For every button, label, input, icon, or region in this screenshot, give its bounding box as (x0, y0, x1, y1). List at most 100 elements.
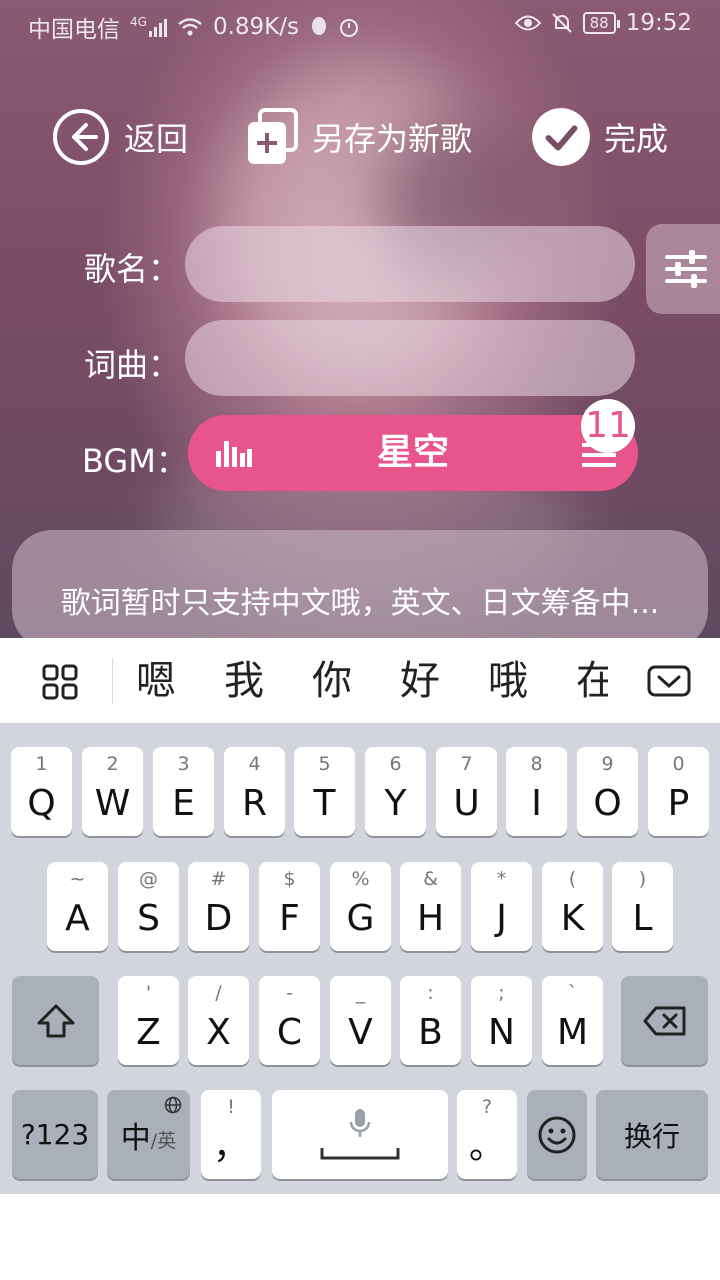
backspace-icon (643, 1006, 685, 1035)
emoji-key[interactable] (527, 1090, 587, 1179)
key-label: D (204, 898, 233, 939)
bgm-label: BGM： (82, 442, 188, 480)
key-p[interactable]: 0P (648, 747, 709, 836)
key-j[interactable]: * J (471, 862, 532, 951)
eye-icon (514, 15, 541, 31)
key-b[interactable]: :B (400, 976, 461, 1065)
backspace-key[interactable] (621, 976, 708, 1065)
key-label: 。 (468, 1126, 505, 1167)
back-button[interactable]: 返回 (52, 100, 188, 174)
shift-arrow-icon (37, 1004, 74, 1037)
candidate-word[interactable]: 在 (576, 638, 608, 724)
shift-key[interactable] (12, 976, 99, 1065)
key-s[interactable]: @ S (118, 862, 179, 951)
key-i[interactable]: 8I (506, 747, 567, 836)
key-z[interactable]: ' Z (118, 976, 179, 1065)
key-label: I (531, 783, 542, 824)
key-hint: 1 (35, 753, 48, 775)
symbols-123-key[interactable]: ?123 (12, 1090, 98, 1179)
key-h[interactable]: & H (400, 862, 461, 951)
space-bar-icon (320, 1148, 400, 1160)
add-copy-icon (248, 108, 298, 164)
carrier-name: 中国电信 (28, 17, 120, 43)
candidate-word[interactable]: 你 (312, 638, 352, 724)
key-d[interactable]: # D (188, 862, 249, 951)
key-label: Z (136, 1012, 161, 1053)
done-label: 完成 (604, 120, 669, 158)
key-hint: / (215, 982, 222, 1004)
candidate-word[interactable]: 哦 (488, 638, 528, 724)
done-button[interactable]: 完成 (532, 100, 668, 174)
candidate-word[interactable]: 嗯 (136, 638, 176, 724)
key-label: B (418, 1012, 443, 1053)
key-label: E (172, 783, 195, 824)
network-speed: 0.89K/s (212, 14, 299, 40)
key-u[interactable]: 7U (436, 747, 497, 836)
key-hint: # (210, 868, 227, 890)
key-o[interactable]: 9O (577, 747, 638, 836)
key-hint: ; (498, 982, 505, 1004)
network-type: 4G (130, 15, 147, 29)
candidate-word[interactable]: 我 (224, 638, 264, 724)
space-key[interactable] (272, 1090, 448, 1179)
language-switch-key[interactable]: 中/英 (107, 1090, 190, 1179)
soft-keyboard: 1Q 2W 3E 4R 5T 6Y 7U 8I 9O 0P ~ A @ S # D $… (0, 724, 720, 1194)
key-e[interactable]: 3E (153, 747, 214, 836)
key-hint: 7 (460, 753, 473, 775)
key-a[interactable]: ~ A (47, 862, 108, 951)
key-hint: 8 (530, 753, 543, 775)
key-hint: ) (638, 868, 647, 890)
candidate-word[interactable]: 好 (400, 638, 440, 724)
key-x[interactable]: / X (188, 976, 249, 1065)
key-hint: @ (139, 868, 158, 890)
ime-menu-grid-icon[interactable] (42, 664, 78, 700)
collapse-keyboard-icon[interactable] (647, 665, 691, 697)
key-m[interactable]: ` M (542, 976, 603, 1065)
key-hint: _ (355, 982, 366, 1004)
lyrics-field[interactable] (185, 320, 635, 396)
key-label: K (560, 898, 585, 939)
key-l[interactable]: ) L (612, 862, 673, 951)
battery-indicator: 88 (582, 12, 620, 34)
key-label: V (348, 1012, 373, 1053)
bgm-count-badge: 11 (581, 399, 635, 453)
key-label: U (453, 783, 480, 824)
key-label: Y (384, 783, 407, 824)
key-w[interactable]: 2W (82, 747, 143, 836)
smiley-icon (538, 1116, 576, 1153)
ime-candidate-bar: 嗯 我 你 好 哦 在 (0, 638, 720, 724)
key-k[interactable]: (K (542, 862, 603, 951)
settings-sliders-button[interactable] (646, 224, 720, 314)
bottom-area (0, 1194, 720, 1280)
key-hint: 9 (601, 753, 614, 775)
save-as-new-song-button[interactable]: 另存为新歌 (246, 100, 472, 174)
key-label: P (667, 783, 690, 824)
comma-key[interactable]: !， (201, 1090, 261, 1179)
enter-key[interactable]: 换行 (596, 1090, 708, 1179)
key-n[interactable]: ; N (471, 976, 532, 1065)
key-y[interactable]: 6Y (365, 747, 426, 836)
key-hint: - (286, 982, 293, 1004)
key-t[interactable]: 5T (294, 747, 355, 836)
microphone-icon (349, 1109, 371, 1137)
key-label: ， (212, 1126, 249, 1167)
period-key[interactable]: ?。 (457, 1090, 517, 1179)
key-c[interactable]: -C (259, 976, 320, 1065)
key-hint: ? (481, 1096, 493, 1118)
key-hint: 3 (177, 753, 190, 775)
key-f[interactable]: $ F (259, 862, 320, 951)
bgm-selector[interactable]: 星空 (188, 415, 638, 491)
shift-key-inner (12, 976, 99, 1065)
key-v[interactable]: _ V (330, 976, 391, 1065)
divider (112, 658, 113, 704)
emoji-key-inner (527, 1090, 587, 1179)
key-q[interactable]: 1Q (11, 747, 72, 836)
song-name-field[interactable] (185, 226, 635, 302)
key-label: Q (27, 783, 56, 824)
bgm-name: 星空 (376, 432, 449, 473)
key-hint: 2 (106, 753, 119, 775)
key-r[interactable]: 4R (224, 747, 285, 836)
key-label: C (276, 1012, 303, 1053)
key-g[interactable]: % G (330, 862, 391, 951)
backspace-key-inner (621, 976, 708, 1065)
